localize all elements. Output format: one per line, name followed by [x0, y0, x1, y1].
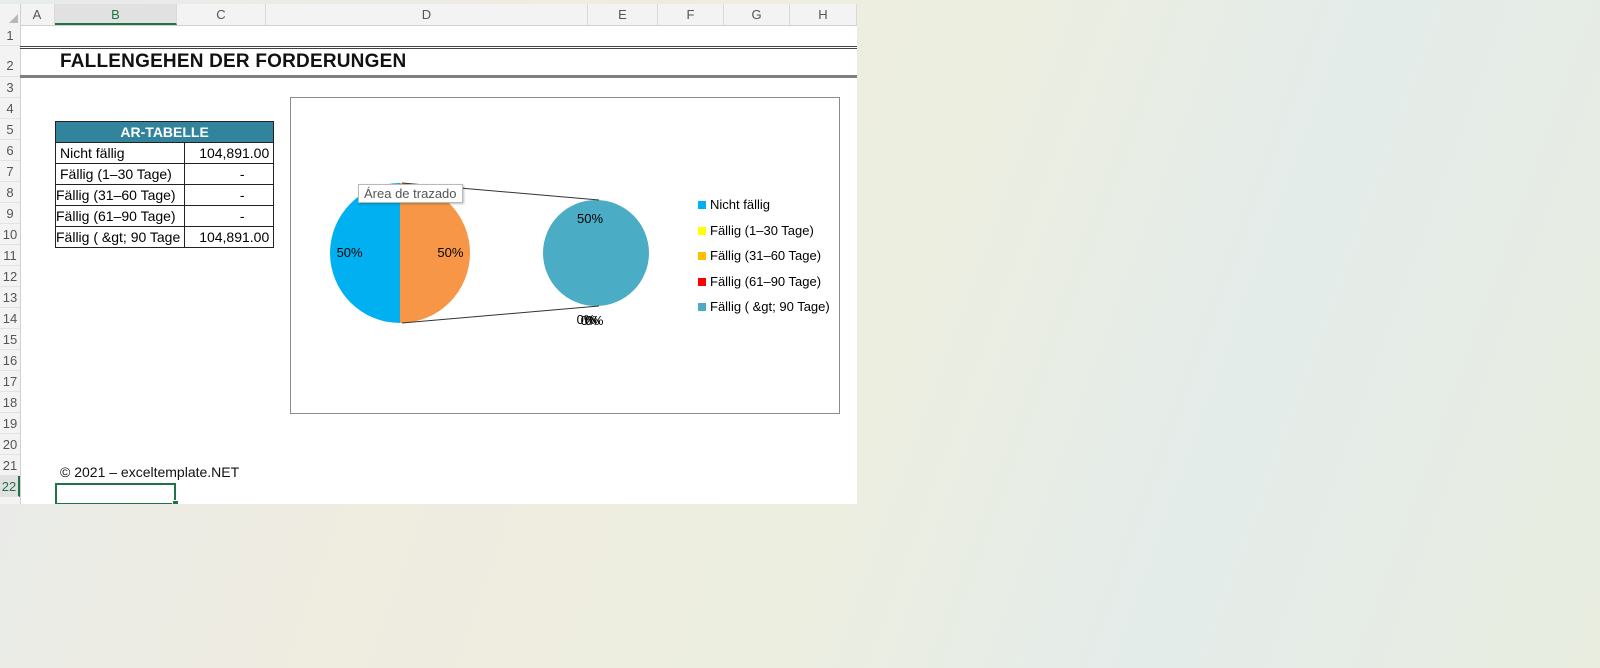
- table-cell-value[interactable]: 104,891.00: [184, 142, 275, 164]
- row-header[interactable]: 5: [0, 119, 20, 140]
- pie-data-label: 0%: [585, 313, 604, 328]
- legend-label: Fällig (1–30 Tage): [710, 223, 814, 238]
- select-all-corner[interactable]: [0, 4, 21, 25]
- row-header[interactable]: 12: [0, 266, 20, 287]
- legend-label: Nicht fällig: [710, 197, 770, 212]
- legend-label: Fällig ( &gt; 90 Tage): [710, 299, 830, 314]
- table-cell-value[interactable]: -: [184, 184, 275, 206]
- row-header[interactable]: 17: [0, 371, 20, 392]
- column-header-g[interactable]: G: [724, 4, 790, 25]
- row-header[interactable]: 19: [0, 413, 20, 434]
- legend-swatch: [698, 226, 706, 235]
- row-header-bar: 1 2 3 4 5 6 7 8 9 10 11 12 13 14 15 16 1…: [0, 25, 21, 504]
- table-cell-label[interactable]: Nicht fällig: [54, 142, 186, 164]
- ar-table-header[interactable]: AR-TABELLE: [54, 121, 275, 143]
- legend-label: Fällig (61–90 Tage): [710, 274, 822, 289]
- row-header[interactable]: 20: [0, 434, 20, 455]
- table-cell-label[interactable]: Fällig (31–60 Tage): [54, 184, 186, 206]
- table-row: Fällig (31–60 Tage) -: [54, 184, 275, 206]
- title-bottom-border: [20, 75, 857, 78]
- table-row: Nicht fällig 104,891.00: [54, 142, 275, 164]
- column-header-h[interactable]: H: [790, 4, 857, 25]
- column-header-e[interactable]: E: [588, 4, 658, 25]
- legend-item[interactable]: Fällig (1–30 Tage): [698, 223, 814, 238]
- table-row: Fällig (1–30 Tage) -: [54, 163, 275, 185]
- column-header-bar: A B C D E F G H: [0, 4, 857, 26]
- table-cell-label-text: Fällig ( &gt; 90 Tage: [56, 229, 181, 245]
- legend-item[interactable]: Fällig (31–60 Tage): [698, 248, 821, 263]
- legend-swatch: [698, 302, 706, 311]
- table-cell-label[interactable]: Fällig (61–90 Tage): [54, 205, 186, 227]
- active-cell-b22[interactable]: [55, 483, 176, 504]
- legend-swatch: [698, 200, 706, 209]
- row-header[interactable]: 16: [0, 350, 20, 371]
- table-cell-label[interactable]: Fällig (1–30 Tage): [54, 163, 186, 185]
- row-header-selected[interactable]: 22: [0, 476, 20, 497]
- row-header[interactable]: 3: [0, 77, 20, 98]
- row-header[interactable]: 14: [0, 308, 20, 329]
- title-top-border: [20, 46, 857, 49]
- row-header[interactable]: 9: [0, 203, 20, 224]
- table-cell-value[interactable]: -: [184, 205, 275, 227]
- row-header[interactable]: 8: [0, 182, 20, 203]
- row-header[interactable]: 10: [0, 224, 20, 245]
- ar-table: AR-TABELLE Nicht fällig 104,891.00 Fälli…: [54, 121, 275, 248]
- row-header[interactable]: 21: [0, 455, 20, 476]
- legend-swatch: [698, 251, 706, 260]
- row-header[interactable]: 18: [0, 392, 20, 413]
- row-header[interactable]: 1: [0, 25, 20, 46]
- legend-item[interactable]: Nicht fällig: [698, 197, 770, 212]
- row-header[interactable]: 7: [0, 161, 20, 182]
- column-header-a[interactable]: A: [20, 4, 55, 25]
- plot-area-tooltip: Área de trazado: [358, 184, 463, 203]
- column-header-b[interactable]: B: [55, 4, 177, 25]
- legend-swatch: [698, 277, 706, 286]
- legend-item[interactable]: Fällig (61–90 Tage): [698, 274, 821, 289]
- row-header[interactable]: 11: [0, 245, 20, 266]
- table-cell-value[interactable]: 104,891.00: [184, 226, 275, 248]
- table-cell-value[interactable]: -: [184, 163, 275, 185]
- table-cell-label[interactable]: Fällig ( &gt; 90 Tage: [54, 226, 186, 248]
- legend-item[interactable]: Fällig ( &gt; 90 Tage): [698, 299, 830, 314]
- spreadsheet: A B C D E F G H 1 2 3 4 5 6 7 8 9 10 11 …: [0, 4, 857, 504]
- row-header[interactable]: 13: [0, 287, 20, 308]
- pie-data-label: 50%: [437, 245, 463, 260]
- page-title: FALLENGEHEN DER FORDERUNGEN: [60, 51, 407, 72]
- fill-handle[interactable]: [172, 500, 179, 504]
- chart-area[interactable]: 50% 50% 50% 0% 0% 0% Nicht fällig Fällig (1–3…: [290, 97, 840, 414]
- column-header-d[interactable]: D: [266, 4, 588, 25]
- row-header[interactable]: 6: [0, 140, 20, 161]
- pie-data-label: 50%: [337, 245, 363, 260]
- copyright-text: © 2021 – exceltemplate.NET: [60, 464, 240, 480]
- row-header[interactable]: 15: [0, 329, 20, 350]
- row-header[interactable]: 4: [0, 98, 20, 119]
- column-header-f[interactable]: F: [658, 4, 724, 25]
- table-row: Fällig ( &gt; 90 Tage 104,891.00: [54, 226, 275, 248]
- column-header-c[interactable]: C: [177, 4, 266, 25]
- row-header[interactable]: 2: [0, 46, 20, 77]
- table-row: Fällig (61–90 Tage) -: [54, 205, 275, 227]
- legend-label: Fällig (31–60 Tage): [710, 248, 822, 263]
- pie-data-label: 50%: [577, 211, 603, 226]
